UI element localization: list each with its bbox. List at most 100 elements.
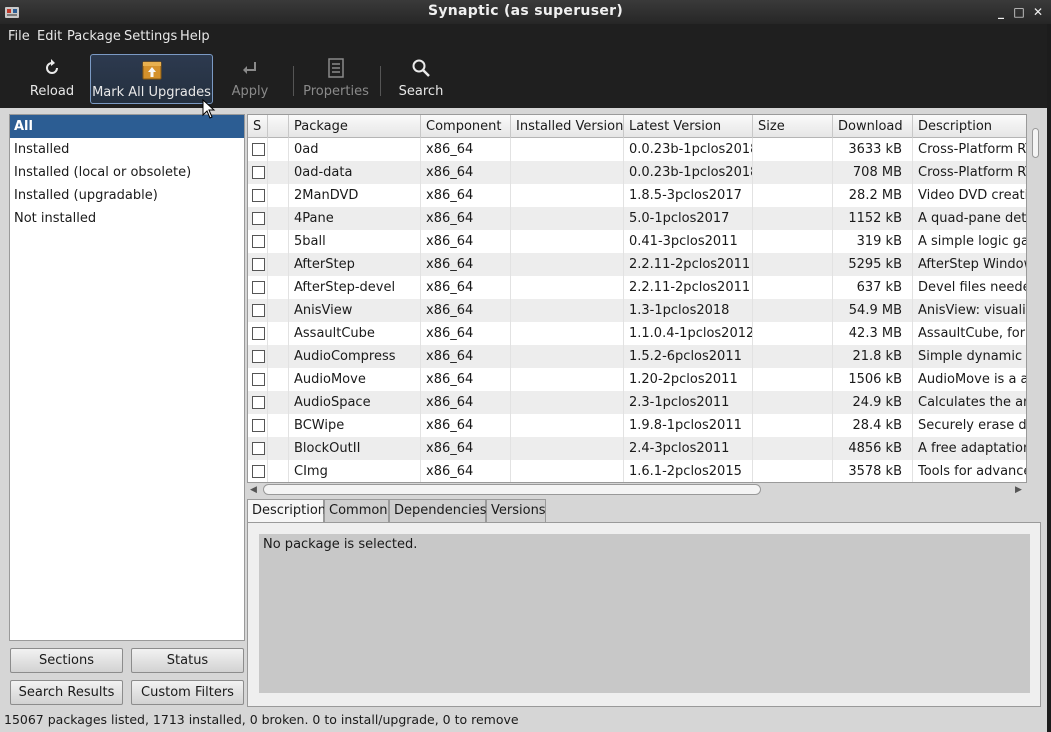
package-checkbox[interactable] <box>252 166 265 179</box>
table-row[interactable]: AudioMove x86_64 1.20-2pclos2011 1506 kB Aud… <box>248 368 1026 391</box>
table-row[interactable]: AfterStep x86_64 2.2.11-2pclos2011 5295 kB A… <box>248 253 1026 276</box>
filter-installed-upgradable[interactable]: Installed (upgradable) <box>10 184 244 207</box>
row-status[interactable] <box>248 391 268 414</box>
column-installed-version[interactable]: Installed Version <box>511 115 624 138</box>
custom-filters-button[interactable]: Custom Filters <box>131 680 244 705</box>
row-status[interactable] <box>248 161 268 184</box>
package-checkbox[interactable] <box>252 327 265 340</box>
tab-common[interactable]: Common <box>324 499 389 522</box>
reload-button[interactable]: Reload <box>22 54 82 104</box>
minimize-button[interactable]: _ <box>992 3 1010 21</box>
table-vertical-scrollbar[interactable] <box>1028 114 1043 483</box>
package-checkbox[interactable] <box>252 419 265 432</box>
row-description: Video DVD creation <box>913 184 1026 207</box>
row-package-name: CImg <box>289 460 421 482</box>
row-support <box>268 437 289 460</box>
row-status[interactable] <box>248 138 268 161</box>
menu-help[interactable]: Help <box>180 29 210 44</box>
package-checkbox[interactable] <box>252 396 265 409</box>
table-row[interactable]: AssaultCube x86_64 1.1.0.4-1pclos2012 42.3 … <box>248 322 1026 345</box>
table-row[interactable]: 5ball x86_64 0.41-3pclos2011 319 kB A simple… <box>248 230 1026 253</box>
package-checkbox[interactable] <box>252 143 265 156</box>
package-checkbox[interactable] <box>252 189 265 202</box>
scroll-right-icon[interactable]: ▶ <box>1015 483 1022 497</box>
row-status[interactable] <box>248 299 268 322</box>
menu-bar: File Edit Package Settings Help <box>0 24 1051 50</box>
column-latest-version[interactable]: Latest Version <box>624 115 753 138</box>
maximize-button[interactable]: □ <box>1010 3 1028 21</box>
package-checkbox[interactable] <box>252 373 265 386</box>
row-status[interactable] <box>248 414 268 437</box>
row-status[interactable] <box>248 253 268 276</box>
row-status[interactable] <box>248 322 268 345</box>
search-results-button[interactable]: Search Results <box>10 680 123 705</box>
row-status[interactable] <box>248 460 268 482</box>
package-checkbox[interactable] <box>252 304 265 317</box>
table-row[interactable]: 2ManDVD x86_64 1.8.5-3pclos2017 28.2 MB Vide… <box>248 184 1026 207</box>
column-status[interactable]: S <box>248 115 268 138</box>
filter-installed[interactable]: Installed <box>10 138 244 161</box>
package-checkbox[interactable] <box>252 235 265 248</box>
table-row[interactable]: AnisView x86_64 1.3-1pclos2018 54.9 MB AnisV… <box>248 299 1026 322</box>
row-installed-version <box>511 253 624 276</box>
row-description: Tools for advanced <box>913 460 1026 482</box>
table-row[interactable]: BlockOutII x86_64 2.4-3pclos2011 4856 kB A f… <box>248 437 1026 460</box>
menu-edit[interactable]: Edit <box>37 29 62 44</box>
row-status[interactable] <box>248 207 268 230</box>
row-component: x86_64 <box>421 460 511 482</box>
package-checkbox[interactable] <box>252 465 265 478</box>
filter-installed-local-obsolete[interactable]: Installed (local or obsolete) <box>10 161 244 184</box>
filter-not-installed[interactable]: Not installed <box>10 207 244 230</box>
table-row[interactable]: 0ad-data x86_64 0.0.23b-1pclos2018 708 MB Cr… <box>248 161 1026 184</box>
close-button[interactable]: ✕ <box>1029 3 1047 21</box>
package-checkbox[interactable] <box>252 442 265 455</box>
row-download-size: 708 MB <box>833 161 913 184</box>
tab-description[interactable]: Description <box>247 499 326 523</box>
table-row[interactable]: CImg x86_64 1.6.1-2pclos2015 3578 kB Tools f… <box>248 460 1026 482</box>
table-row[interactable]: AudioSpace x86_64 2.3-1pclos2011 24.9 kB Cal… <box>248 391 1026 414</box>
table-row[interactable]: BCWipe x86_64 1.9.8-1pclos2011 28.4 kB Secur… <box>248 414 1026 437</box>
row-status[interactable] <box>248 368 268 391</box>
row-download-size: 1152 kB <box>833 207 913 230</box>
package-checkbox[interactable] <box>252 258 265 271</box>
row-status[interactable] <box>248 345 268 368</box>
table-row[interactable]: AudioCompress x86_64 1.5.2-6pclos2011 21.8 … <box>248 345 1026 368</box>
row-status[interactable] <box>248 437 268 460</box>
menu-package[interactable]: Package <box>67 29 121 44</box>
description-text-area[interactable]: No package is selected. <box>259 534 1030 693</box>
row-status[interactable] <box>248 230 268 253</box>
table-horizontal-scrollbar[interactable]: ◀ ▶ <box>247 483 1027 497</box>
column-download[interactable]: Download <box>833 115 913 138</box>
properties-button[interactable]: Properties <box>300 54 372 104</box>
column-description[interactable]: Description <box>913 115 1026 138</box>
table-row[interactable]: AfterStep-devel x86_64 2.2.11-2pclos2011 63… <box>248 276 1026 299</box>
status-button[interactable]: Status <box>131 648 244 673</box>
scroll-left-icon[interactable]: ◀ <box>250 483 257 497</box>
column-size[interactable]: Size <box>753 115 833 138</box>
table-row[interactable]: 4Pane x86_64 5.0-1pclos2017 1152 kB A quad-p… <box>248 207 1026 230</box>
menu-settings[interactable]: Settings <box>124 29 177 44</box>
row-status[interactable] <box>248 184 268 207</box>
row-download-size: 3578 kB <box>833 460 913 482</box>
tab-dependencies[interactable]: Dependencies <box>389 499 487 522</box>
mark-all-upgrades-button[interactable]: Mark All Upgrades <box>90 54 213 104</box>
row-status[interactable] <box>248 276 268 299</box>
search-button[interactable]: Search <box>393 54 449 104</box>
package-checkbox[interactable] <box>252 212 265 225</box>
column-package[interactable]: Package <box>289 115 421 138</box>
toolbar-separator <box>380 66 381 96</box>
apply-button[interactable]: Apply <box>222 54 278 104</box>
menu-file[interactable]: File <box>8 29 30 44</box>
column-component[interactable]: Component <box>421 115 511 138</box>
horizontal-scroll-thumb[interactable] <box>263 484 761 495</box>
vertical-scroll-thumb[interactable] <box>1032 128 1039 158</box>
row-latest-version: 1.6.1-2pclos2015 <box>624 460 753 482</box>
package-checkbox[interactable] <box>252 281 265 294</box>
tab-versions[interactable]: Versions <box>486 499 546 522</box>
table-row[interactable]: 0ad x86_64 0.0.23b-1pclos2018 3633 kB Cross-… <box>248 138 1026 161</box>
column-support[interactable] <box>268 115 289 138</box>
sections-button[interactable]: Sections <box>10 648 123 673</box>
row-download-size: 5295 kB <box>833 253 913 276</box>
row-package-name: AudioCompress <box>289 345 421 368</box>
package-checkbox[interactable] <box>252 350 265 363</box>
